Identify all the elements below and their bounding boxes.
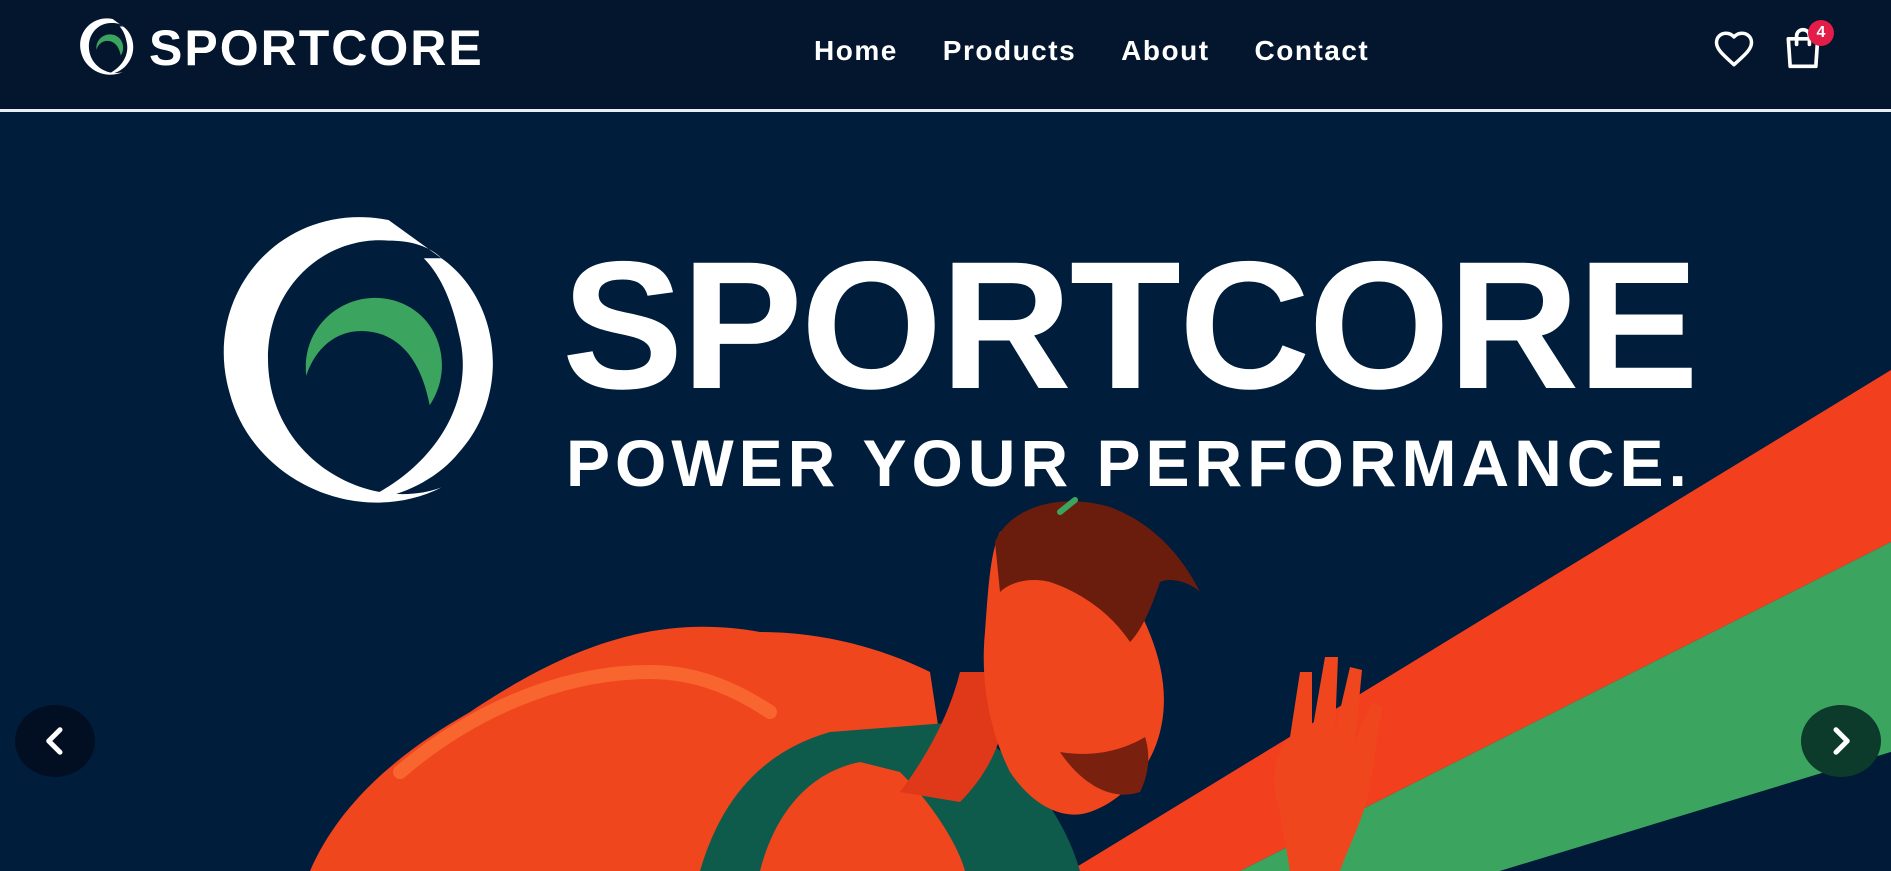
chevron-right-icon (1833, 727, 1850, 755)
nav-products[interactable]: Products (943, 34, 1076, 68)
hero-title: SPORTCORE (562, 223, 1699, 427)
main-nav: Home Products About Contact (814, 34, 1369, 68)
nav-about[interactable]: About (1121, 34, 1209, 68)
hero-tagline: POWER YOUR PERFORMANCE. (566, 426, 1692, 500)
nav-contact[interactable]: Contact (1255, 34, 1370, 68)
brand-name: SPORTCORE (149, 19, 484, 76)
carousel-prev-button[interactable] (15, 705, 95, 777)
chevron-left-icon (46, 727, 63, 755)
hero-banner: SPORTCORE POWER YOUR PERFORMANCE. (0, 112, 1891, 871)
brand-home-link[interactable]: SPORTCORE (79, 15, 484, 80)
cart-count-badge: 4 (1808, 20, 1834, 46)
hero-logo-icon (223, 217, 493, 503)
nav-home[interactable]: Home (814, 34, 898, 68)
carousel-next-button[interactable] (1801, 705, 1881, 777)
brand-logo-icon (80, 17, 134, 75)
site-header: SPORTCORE Home Products About Contact 4 (0, 0, 1891, 109)
heart-icon[interactable] (1712, 28, 1756, 70)
